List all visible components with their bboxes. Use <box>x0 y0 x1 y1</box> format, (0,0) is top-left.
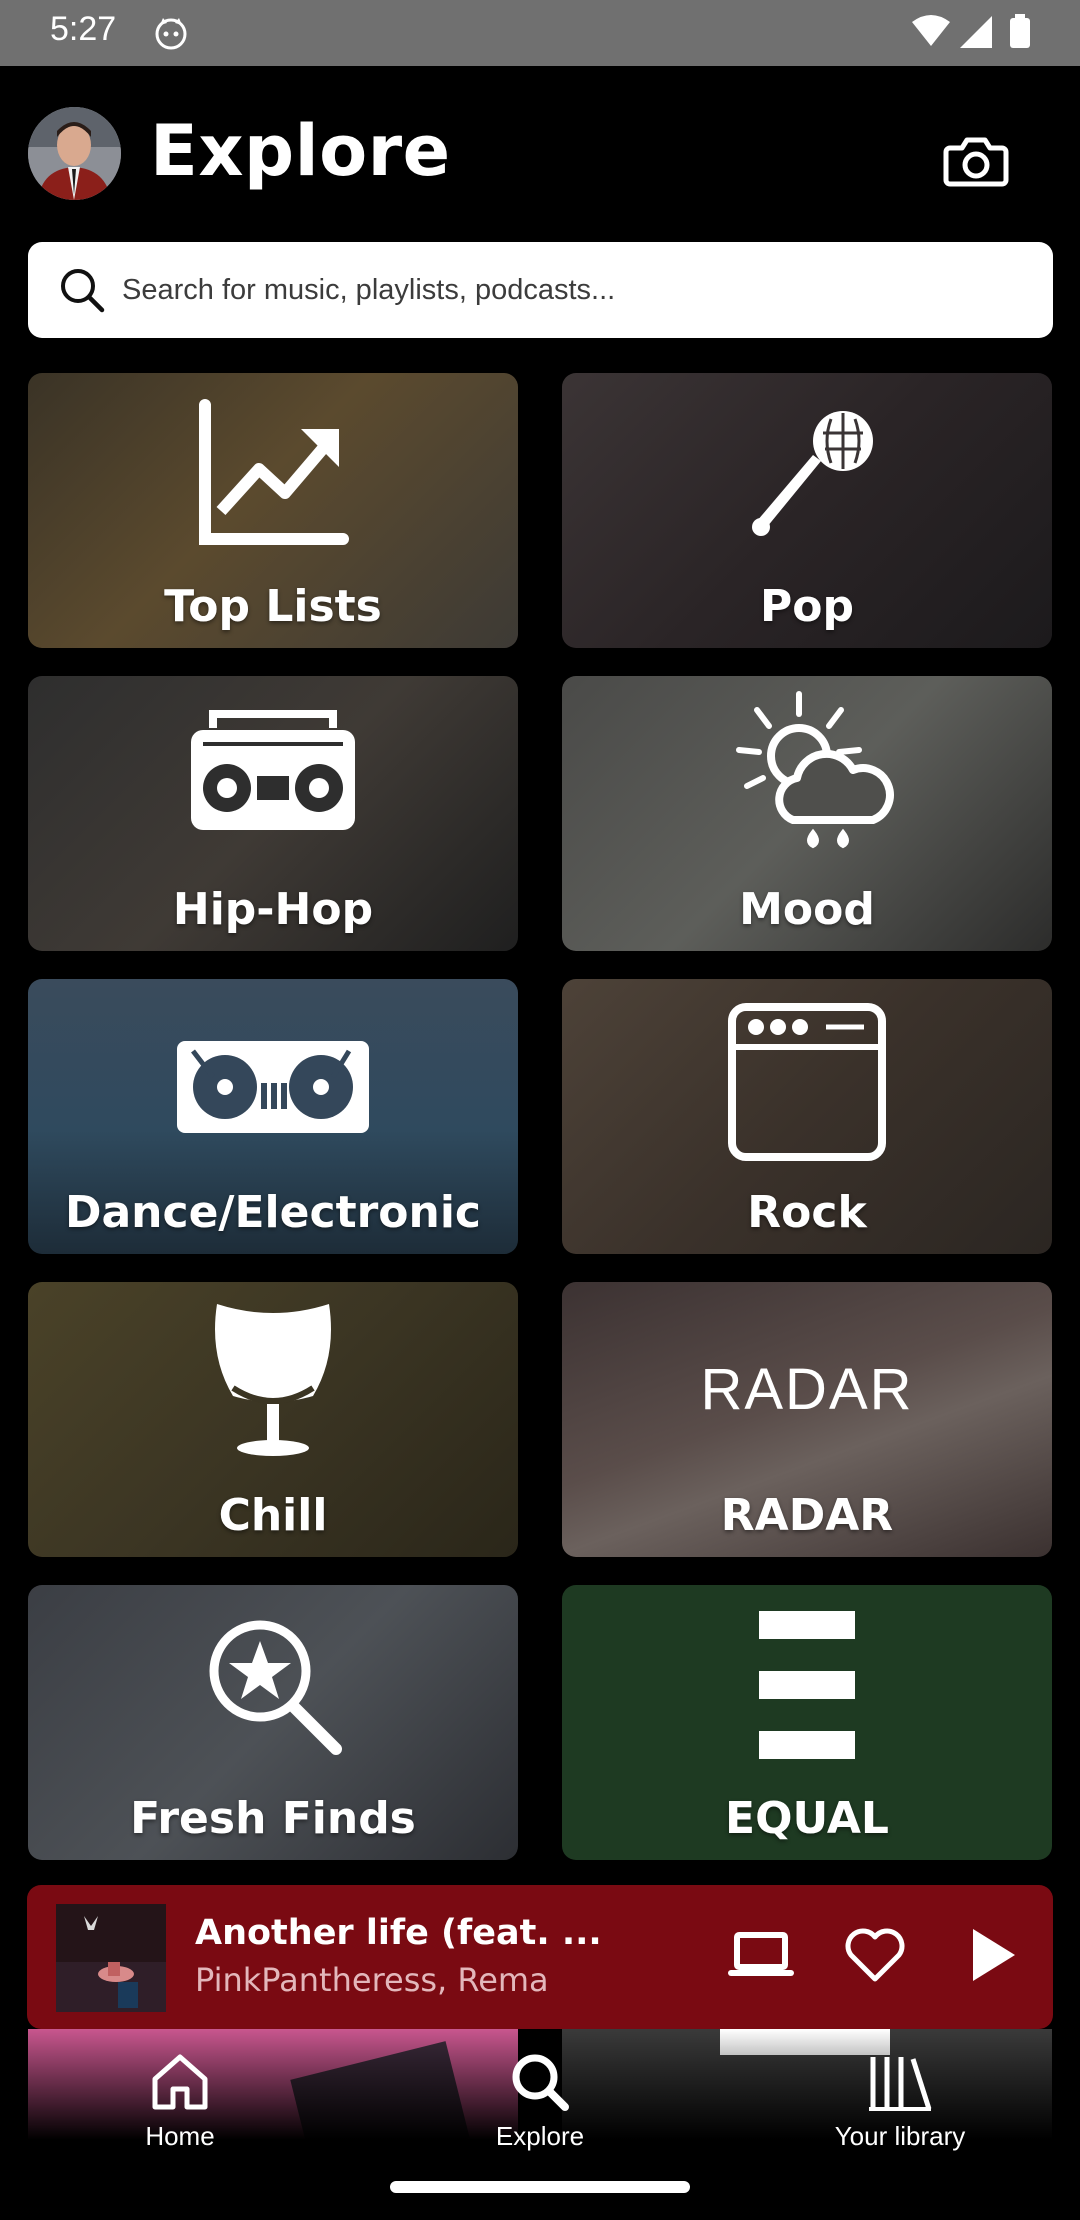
search-input[interactable] <box>122 242 1002 338</box>
category-tile-equal[interactable]: EQUAL <box>562 1585 1052 1860</box>
nav-label: Home <box>145 2121 215 2151</box>
radar-wordmark: RADAR <box>700 1357 914 1422</box>
amplifier-icon <box>728 1003 886 1161</box>
nav-label: Explore <box>495 2121 585 2151</box>
library-icon <box>869 2057 932 2111</box>
category-tile-top-lists[interactable]: Top Lists <box>28 373 518 648</box>
category-tile-fresh-finds[interactable]: Fresh Finds <box>28 1585 518 1860</box>
camera-icon[interactable] <box>940 124 1012 196</box>
nav-label: Your library <box>834 2121 966 2151</box>
play-icon[interactable] <box>957 1921 1025 1989</box>
status-bar: 5:27 <box>0 0 1080 66</box>
search-icon <box>61 269 105 313</box>
category-tile-dance-electronic[interactable]: Dance/Electronic <box>28 979 518 1254</box>
category-tile-hip-hop[interactable]: Hip-Hop <box>28 676 518 951</box>
boombox-icon <box>191 710 355 830</box>
cat-icon <box>155 18 187 50</box>
category-label: Top Lists <box>164 581 382 632</box>
star-search-icon <box>209 1620 342 1755</box>
signal-icon <box>960 16 992 48</box>
album-art[interactable] <box>56 1904 166 2012</box>
bottom-nav: Home Explore Your library <box>0 2029 1080 2159</box>
nav-home[interactable]: Home <box>50 2029 310 2159</box>
wifi-icon <box>912 15 950 46</box>
header: Explore <box>0 66 1080 236</box>
system-nav-bar <box>0 2159 1080 2220</box>
category-label: Mood <box>739 884 875 935</box>
page-title: Explore <box>150 110 451 192</box>
equal-bars-icon <box>759 1611 855 1759</box>
search-bar[interactable] <box>28 242 1053 338</box>
weather-sun-cloud-icon <box>736 691 894 849</box>
connect-device-icon[interactable] <box>727 1921 795 1989</box>
category-label: Dance/Electronic <box>64 1187 482 1238</box>
turntables-icon <box>177 1041 369 1133</box>
mini-player[interactable]: Another life (feat. ... PinkPantheress, … <box>27 1885 1053 2029</box>
category-label: Rock <box>747 1187 867 1238</box>
category-tile-radar[interactable]: RADAR RADAR <box>562 1282 1052 1557</box>
nav-your-library[interactable]: Your library <box>770 2029 1030 2159</box>
status-time: 5:27 <box>50 10 117 48</box>
category-tile-chill[interactable]: Chill <box>28 1282 518 1557</box>
category-label: Pop <box>760 581 854 632</box>
heart-icon[interactable] <box>841 1921 909 1989</box>
home-indicator[interactable] <box>390 2181 690 2193</box>
egg-chair-icon <box>215 1304 331 1456</box>
category-label: Chill <box>218 1490 328 1541</box>
avatar[interactable] <box>28 107 121 200</box>
category-tile-mood[interactable]: Mood <box>562 676 1052 951</box>
album-art-image <box>56 1904 166 2012</box>
home-icon <box>152 2054 208 2110</box>
track-title: Another life (feat. ... <box>195 1913 602 1953</box>
trending-up-icon <box>199 399 349 545</box>
category-tile-rock[interactable]: Rock <box>562 979 1052 1254</box>
category-label: RADAR <box>720 1490 894 1541</box>
category-label: Fresh Finds <box>130 1793 416 1844</box>
category-tile-pop[interactable]: Pop <box>562 373 1052 648</box>
avatar-photo <box>28 107 121 200</box>
microphone-icon <box>752 411 873 536</box>
track-artist: PinkPantheress, Rema <box>195 1961 549 1999</box>
nav-explore[interactable]: Explore <box>410 2029 670 2159</box>
battery-icon <box>1010 18 1030 48</box>
status-icons <box>912 14 1030 48</box>
category-label: EQUAL <box>725 1793 889 1844</box>
explore-search-icon <box>512 2054 569 2111</box>
category-label: Hip-Hop <box>172 884 374 935</box>
